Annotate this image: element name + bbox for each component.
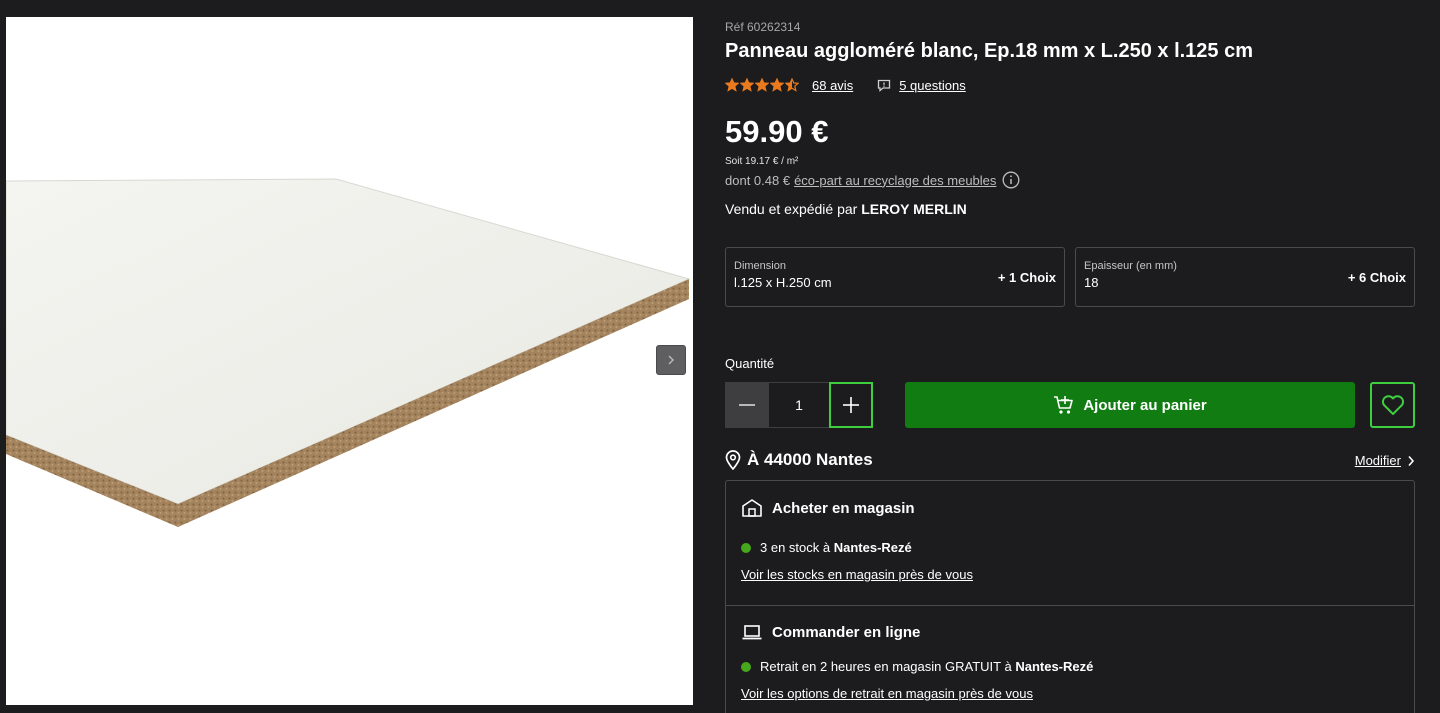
product-title: Panneau aggloméré blanc, Ep.18 mm x L.25… <box>725 40 1254 62</box>
online-section-header: Commander en ligne <box>741 623 1399 641</box>
quantity-increase-button[interactable] <box>829 382 873 428</box>
dimension-choices: + 1 Choix <box>997 270 1056 285</box>
laptop-icon <box>742 625 762 640</box>
seller-info: Vendu et expédié par LEROY MERLIN <box>725 201 967 217</box>
location-pin-icon <box>725 450 741 470</box>
delivery-location: À 44000 Nantes <box>725 450 873 470</box>
product-reference: Réf 60262314 <box>725 20 801 34</box>
store-stock-status: 3 en stock à Nantes-Rezé <box>741 540 1399 555</box>
heart-icon <box>1381 395 1404 415</box>
quantity-decrease-button[interactable] <box>725 382 769 428</box>
store-stock-location: Nantes-Rezé <box>833 540 912 555</box>
section-divider <box>726 605 1414 606</box>
store-icon <box>742 499 762 517</box>
eco-amount: dont 0.48 € <box>725 172 791 188</box>
product-image <box>6 178 691 527</box>
online-pickup-link[interactable]: Voir les options de retrait en magasin p… <box>741 686 1399 701</box>
add-to-cart-button[interactable]: Ajouter au panier <box>905 382 1355 428</box>
star-icon <box>785 78 799 92</box>
product-image-gallery <box>6 17 693 705</box>
question-icon <box>878 79 891 92</box>
in-stock-dot-icon <box>741 542 751 553</box>
quantity-stepper: 1 <box>725 382 873 428</box>
add-to-cart-label: Ajouter au panier <box>1083 396 1207 414</box>
unit-price: Soit 19.17 € / m² <box>725 156 799 167</box>
dimension-selector[interactable]: Dimension l.125 x H.250 cm + 1 Choix <box>725 247 1065 307</box>
info-icon[interactable] <box>1002 171 1020 189</box>
star-rating <box>725 78 799 92</box>
store-stock-text: 3 en stock à <box>760 540 831 555</box>
star-icon <box>725 78 739 92</box>
reviews-link[interactable]: 68 avis <box>812 78 853 93</box>
online-pickup-location: Nantes-Rezé <box>1015 659 1094 674</box>
star-icon <box>755 78 769 92</box>
chevron-right-icon <box>668 355 674 365</box>
store-stock-link[interactable]: Voir les stocks en magasin près de vous <box>741 567 1399 582</box>
chevron-right-icon <box>1408 455 1415 466</box>
seller-name: LEROY MERLIN <box>861 201 967 217</box>
store-availability-section: Acheter en magasin 3 en stock à Nantes-R… <box>726 498 1414 582</box>
eco-part-link[interactable]: éco-part au recyclage des meubles <box>794 173 996 188</box>
thickness-choices: + 6 Choix <box>1347 270 1406 285</box>
wishlist-button[interactable] <box>1370 382 1415 428</box>
gallery-next-button[interactable] <box>656 345 686 375</box>
plus-icon <box>843 397 859 413</box>
quantity-input[interactable]: 1 <box>769 382 829 428</box>
online-section-title: Commander en ligne <box>772 623 921 641</box>
online-pickup-status: Retrait en 2 heures en magasin GRATUIT à… <box>741 659 1399 674</box>
modify-location-link[interactable]: Modifier <box>1355 453 1415 468</box>
thickness-selector[interactable]: Epaisseur (en mm) 18 + 6 Choix <box>1075 247 1415 307</box>
star-icon <box>770 78 784 92</box>
modify-location-label: Modifier <box>1354 453 1401 468</box>
questions-link[interactable]: 5 questions <box>899 78 966 93</box>
quantity-label: Quantité <box>725 356 775 371</box>
eco-participation: dont 0.48 € éco-part au recyclage des me… <box>725 171 1020 189</box>
availability-box: Acheter en magasin 3 en stock à Nantes-R… <box>725 480 1415 713</box>
rating-row: 68 avis 5 questions <box>725 76 966 94</box>
star-icon <box>740 78 754 92</box>
minus-icon <box>739 404 755 406</box>
product-price: 59.90 € <box>725 114 829 149</box>
location-label: À 44000 Nantes <box>747 450 873 469</box>
questions-link-wrapper[interactable]: 5 questions <box>877 78 966 93</box>
seller-prefix: Vendu et expédié par <box>725 201 858 217</box>
cart-icon <box>1054 396 1074 414</box>
pickup-available-dot-icon <box>741 661 751 672</box>
store-section-header: Acheter en magasin <box>741 498 1399 518</box>
online-pickup-text: Retrait en 2 heures en magasin GRATUIT à <box>760 659 1012 674</box>
store-section-title: Acheter en magasin <box>772 499 915 517</box>
online-availability-section: Commander en ligne Retrait en 2 heures e… <box>726 623 1414 701</box>
